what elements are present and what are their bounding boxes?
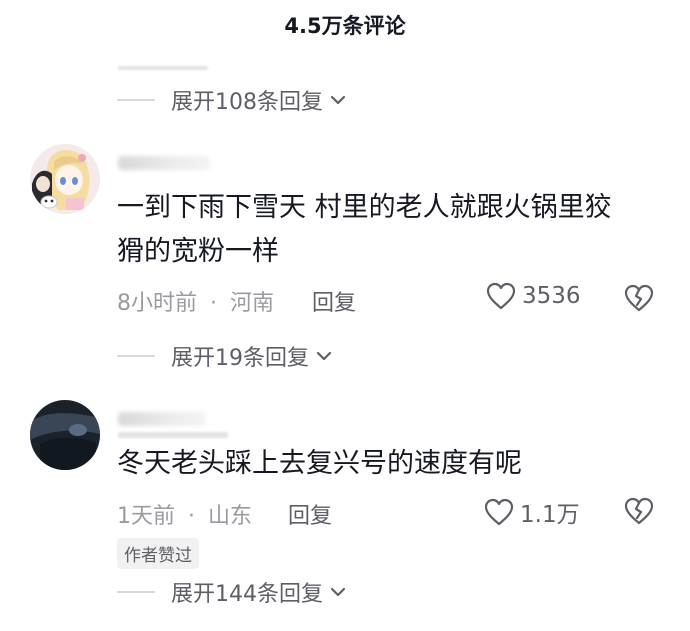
username-blurred[interactable] (118, 412, 206, 426)
comment-meta: 1天前 · 山东 (117, 498, 252, 530)
heart-icon (486, 282, 516, 310)
comment-text-line: 一到下雨下雪天 村里的老人就跟火锅里狡 (117, 192, 612, 223)
broken-heart-icon[interactable] (624, 497, 654, 525)
dark-avatar-image (30, 400, 100, 470)
expand-divider (117, 355, 155, 357)
comment-text: 冬天老头踩上去复兴号的速度有呢 (117, 442, 657, 486)
like-count: 1.1万 (520, 502, 580, 528)
anime-avatar-image (30, 144, 100, 214)
expand-replies-button[interactable]: 展开19条回复 (117, 340, 333, 372)
reply-button[interactable]: 回复 (288, 498, 332, 530)
meta-separator: · (210, 291, 217, 316)
chevron-down-icon (316, 351, 332, 361)
comment-count-title: 4.5万条评论 (284, 14, 406, 38)
comment-text-line: 猾的宽粉一样 (117, 236, 279, 267)
heart-icon (484, 498, 514, 526)
avatar[interactable] (30, 144, 100, 214)
like-button[interactable]: 3536 (486, 282, 581, 310)
comment-time: 1天前 (117, 504, 175, 529)
blurred-text-remnant (118, 66, 208, 70)
broken-heart-icon[interactable] (624, 284, 654, 312)
comment-time: 8小时前 (117, 291, 197, 316)
expand-replies-label: 展开144条回复 (171, 582, 323, 607)
like-button[interactable]: 1.1万 (484, 495, 580, 529)
comments-panel: 4.5万条评论 展开108条回复 一到下雨下雪天 村里的老人就跟火锅里狡 猾的宽… (0, 0, 690, 631)
username-blurred[interactable] (118, 156, 210, 170)
comment-location: 山东 (208, 504, 253, 529)
expand-divider (117, 99, 155, 101)
expand-divider (117, 591, 155, 593)
blurred-text-remnant (118, 432, 228, 438)
comment-location: 河南 (230, 291, 275, 316)
expand-replies-button[interactable]: 展开144条回复 (117, 576, 347, 608)
author-liked-badge: 作者赞过 (117, 538, 199, 569)
expand-replies-label: 展开19条回复 (171, 346, 309, 371)
comment-meta: 8小时前 · 河南 (117, 285, 274, 317)
chevron-down-icon (330, 587, 346, 597)
avatar[interactable] (30, 400, 100, 470)
reply-button[interactable]: 回复 (312, 285, 356, 317)
meta-separator: · (188, 504, 195, 529)
like-count: 3536 (522, 283, 581, 309)
comment-text: 一到下雨下雪天 村里的老人就跟火锅里狡 猾的宽粉一样 (117, 186, 657, 274)
chevron-down-icon (330, 95, 346, 105)
comment-text-line: 冬天老头踩上去复兴号的速度有呢 (117, 448, 522, 479)
expand-replies-button[interactable]: 展开108条回复 (117, 84, 347, 116)
expand-replies-label: 展开108条回复 (171, 90, 323, 115)
